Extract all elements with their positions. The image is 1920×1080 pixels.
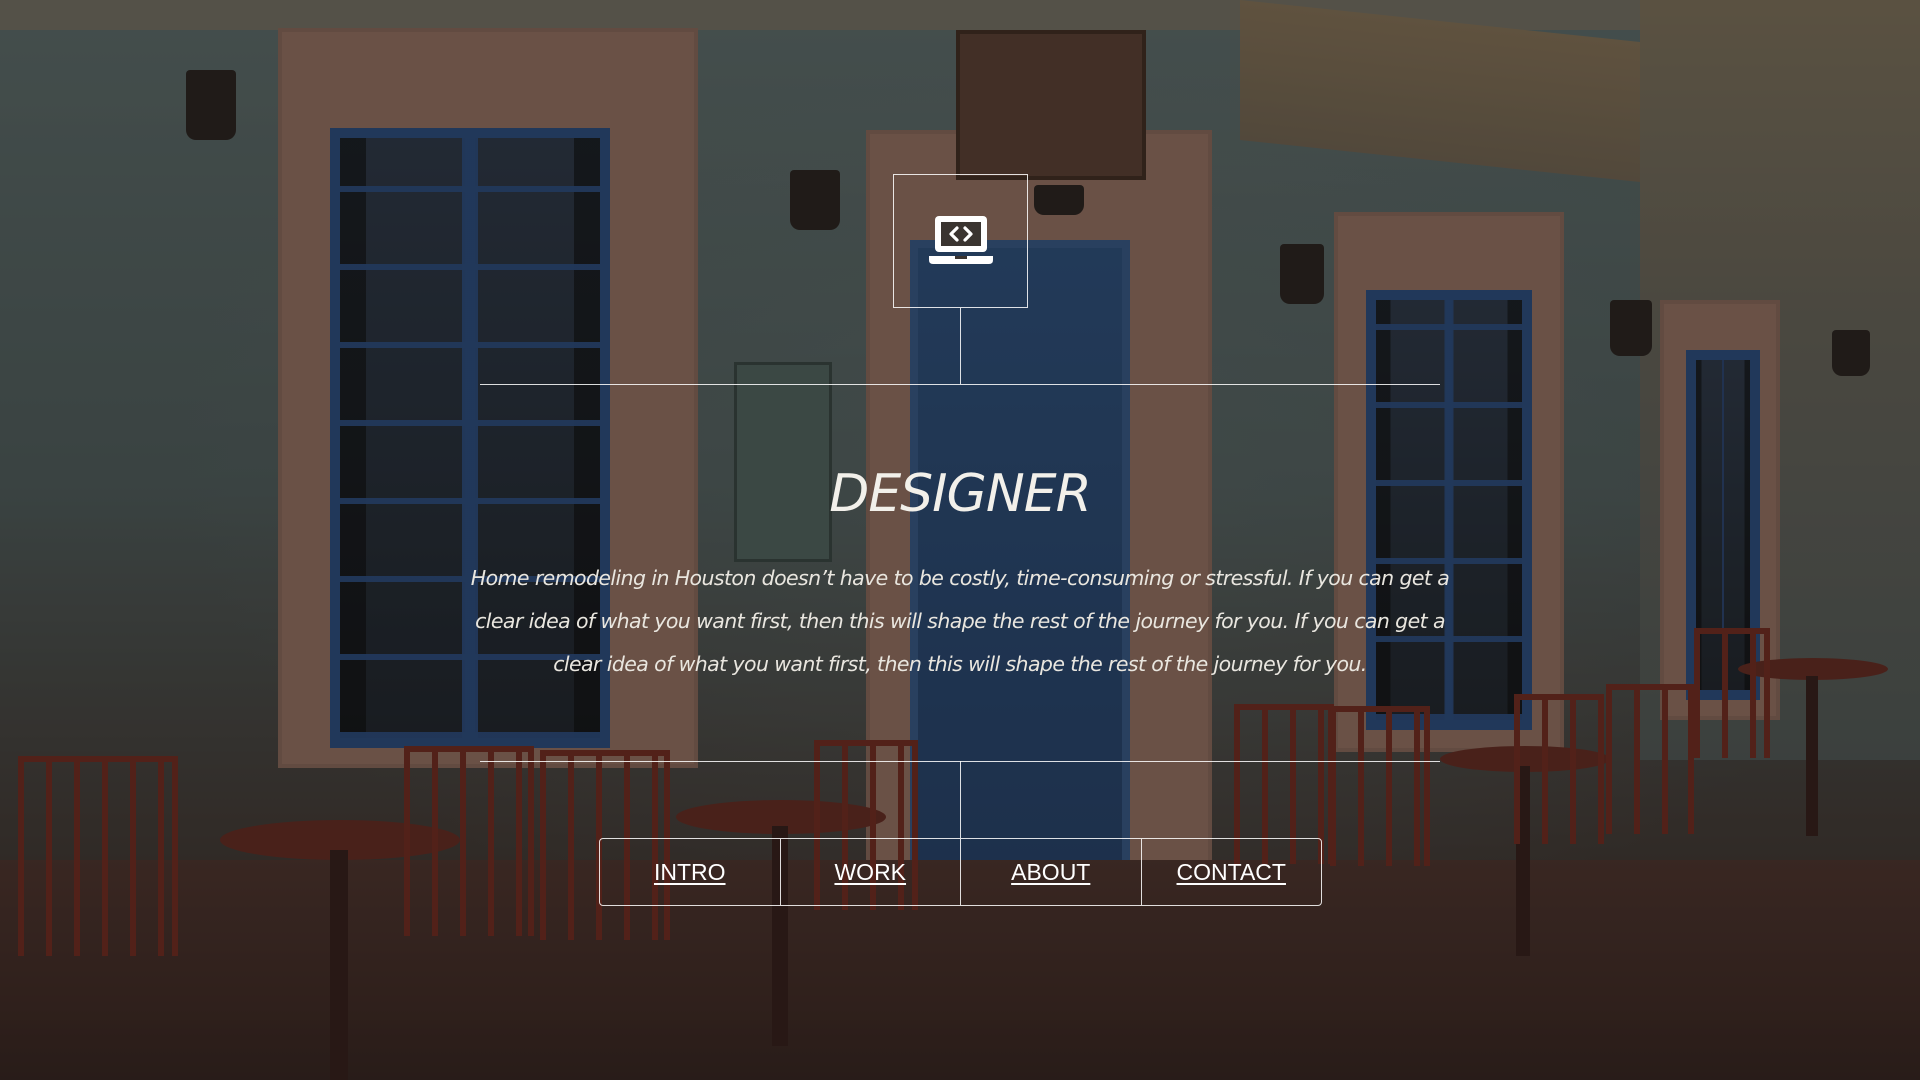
nav-work-link[interactable]: WORK xyxy=(779,839,961,905)
connector-line-bottom xyxy=(960,761,961,838)
divider-line-top xyxy=(480,384,1440,385)
nav-about-link[interactable]: ABOUT xyxy=(960,839,1141,905)
page: DESIGNER Home remodeling in Houston does… xyxy=(0,0,1920,1080)
page-title: DESIGNER xyxy=(829,464,1091,524)
laptop-code-icon xyxy=(928,216,993,264)
hero-description: Home remodeling in Houston doesn’t have … xyxy=(470,566,1450,676)
dark-overlay xyxy=(0,0,1920,1080)
main-nav: INTRO WORK ABOUT CONTACT xyxy=(599,838,1322,906)
logo-icon-box xyxy=(893,174,1028,308)
nav-intro-link[interactable]: INTRO xyxy=(600,839,780,905)
connector-line-top xyxy=(960,308,961,384)
nav-contact-link[interactable]: CONTACT xyxy=(1140,839,1322,905)
